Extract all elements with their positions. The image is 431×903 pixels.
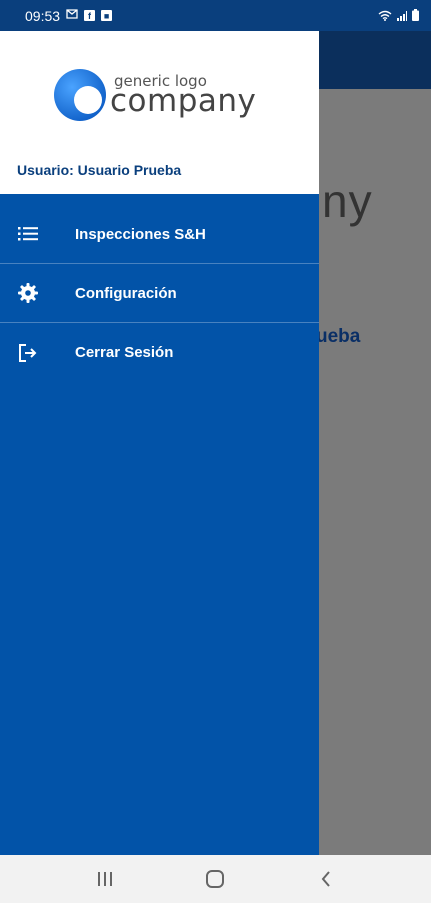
status-bar: 09:53 f ■ (0, 0, 431, 31)
menu-item-label: Configuración (75, 284, 177, 302)
company-logo: generic logo company (54, 69, 274, 129)
menu-item-cerrar-sesion[interactable]: Cerrar Sesión (0, 323, 319, 382)
facebook-icon: f (84, 10, 96, 21)
menu-item-label: Cerrar Sesión (75, 344, 174, 361)
home-icon (206, 870, 225, 888)
drawer-header: generic logo company Usuario: Usuario Pr… (0, 31, 319, 198)
logout-icon (0, 343, 75, 363)
background-user-fragment: ueba (316, 326, 361, 347)
recent-apps-icon (98, 872, 113, 886)
gear-icon (0, 283, 75, 303)
background-title-fragment: ny (322, 175, 373, 227)
wifi-icon (378, 8, 392, 24)
menu-item-inspecciones[interactable]: Inspecciones S&H (0, 205, 319, 264)
status-left: 09:53 f ■ (25, 7, 113, 24)
user-label: Usuario: Usuario Prueba (17, 162, 182, 178)
status-time: 09:53 (25, 7, 61, 24)
navigation-drawer: generic logo company Usuario: Usuario Pr… (0, 31, 319, 855)
logo-big-text: company (110, 83, 257, 119)
list-icon (0, 226, 75, 242)
logo-circle-icon (54, 69, 106, 121)
mail-icon (66, 9, 78, 22)
back-icon (321, 871, 330, 887)
back-button[interactable] (306, 859, 346, 899)
recent-apps-button[interactable] (85, 859, 125, 899)
drawer-menu: Inspecciones S&H Configuración Cerrar Se… (0, 205, 319, 382)
signal-icon (397, 8, 407, 24)
notification-icon: ■ (101, 10, 113, 21)
home-button[interactable] (195, 859, 235, 899)
menu-item-configuracion[interactable]: Configuración (0, 264, 319, 323)
system-nav-bar (0, 855, 431, 903)
battery-icon (412, 8, 419, 24)
status-right (378, 8, 419, 24)
menu-item-label: Inspecciones S&H (75, 225, 206, 243)
